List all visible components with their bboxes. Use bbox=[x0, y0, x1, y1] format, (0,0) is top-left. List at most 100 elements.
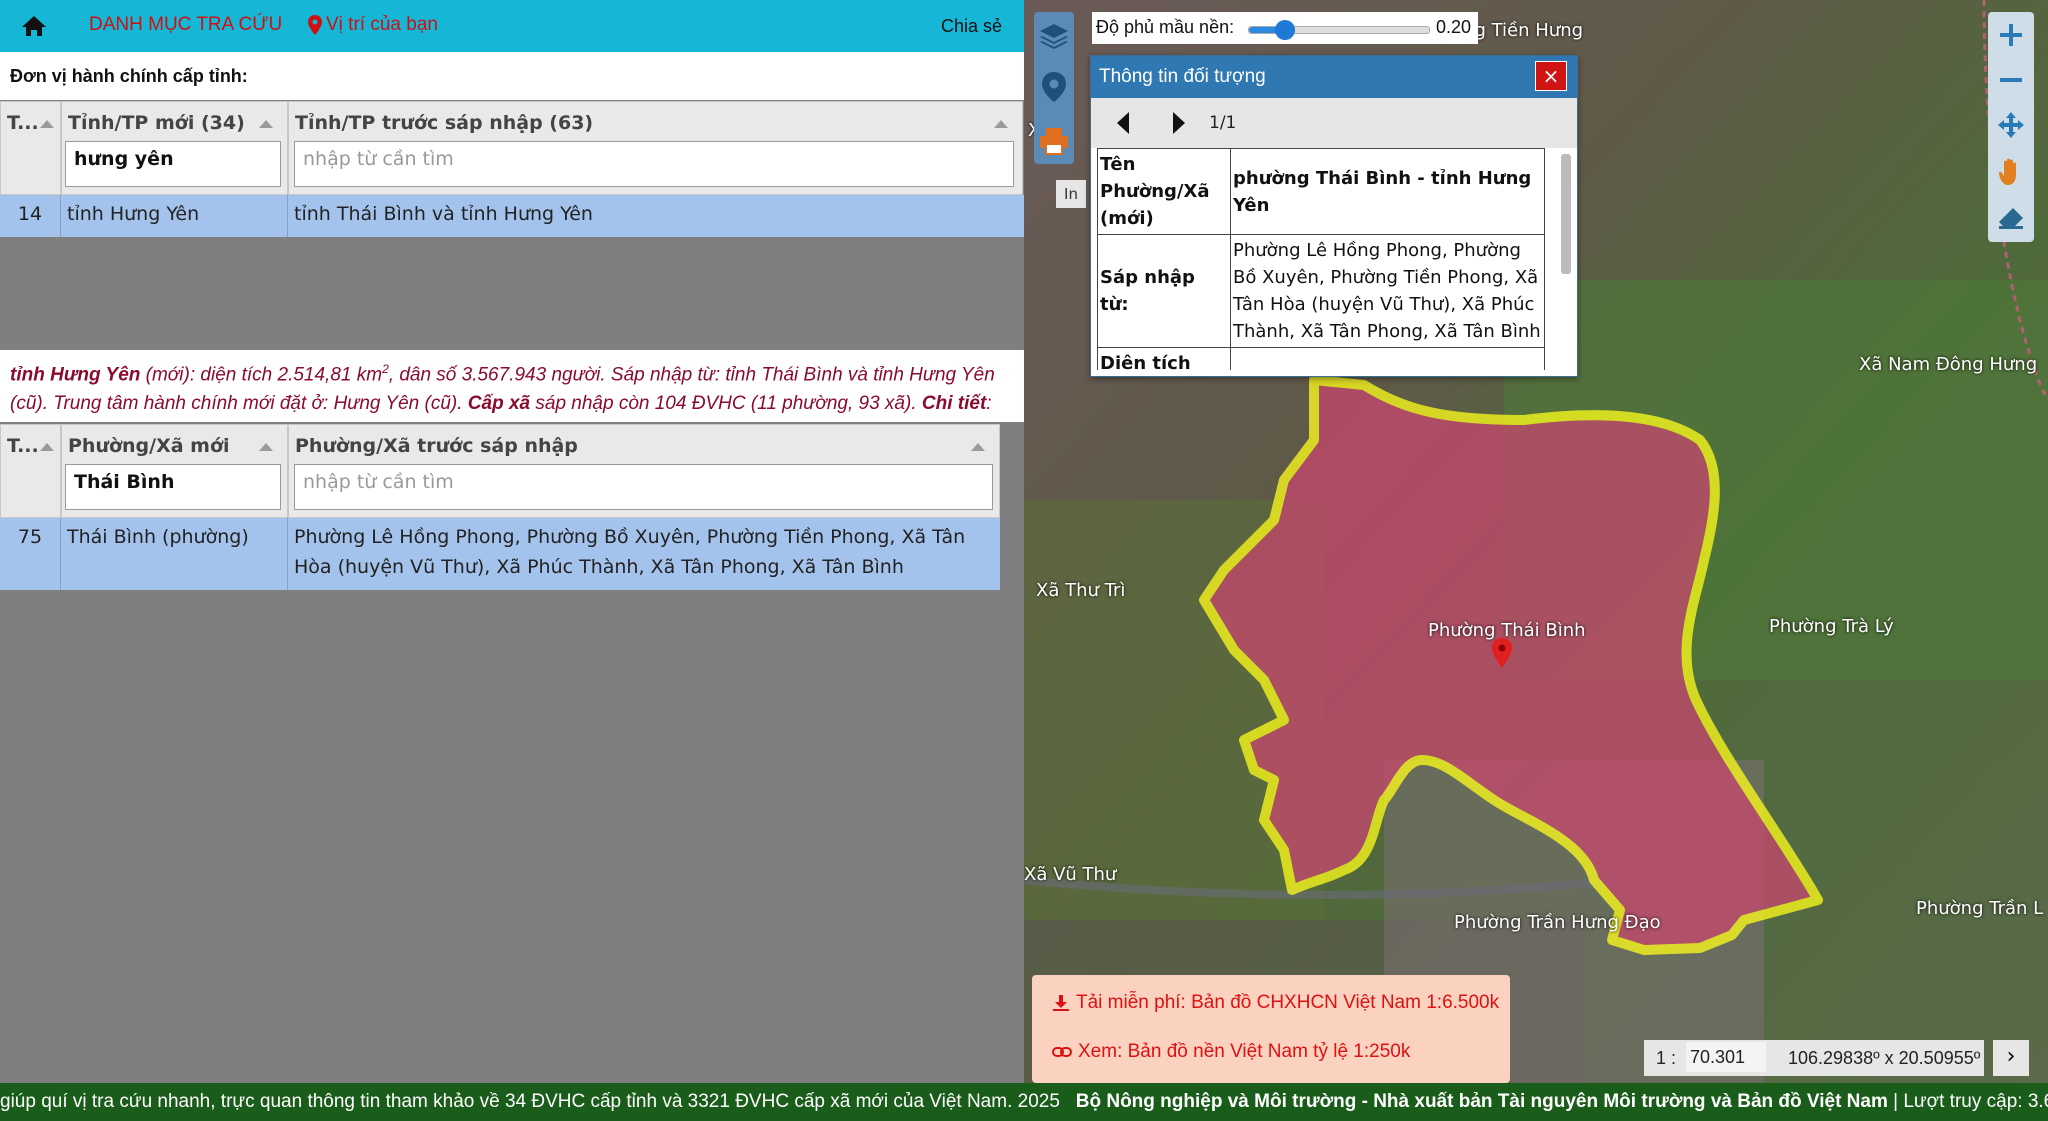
footer-visits: | Lượt truy cập: 3.6 bbox=[1887, 1091, 2048, 1112]
table-row: Sáp nhập từ: Phường Lê Hồng Phong, Phườn… bbox=[1097, 234, 1545, 348]
col-index-label: T... bbox=[7, 112, 39, 134]
province-row-old: tỉnh Thái Bình và tỉnh Hưng Yên bbox=[288, 195, 1024, 237]
your-location-label: Vị trí của bạn bbox=[326, 14, 438, 35]
location-pin-icon bbox=[308, 15, 322, 35]
province-row-index: 14 bbox=[0, 195, 61, 237]
info-sup: 2 bbox=[382, 362, 389, 376]
hand-icon bbox=[1998, 158, 2016, 185]
ward-new-filter-input[interactable]: Thái Bình bbox=[65, 464, 281, 510]
province-col-index-header[interactable]: T... bbox=[0, 101, 61, 195]
col-new-label: Tỉnh/TP mới (34) bbox=[68, 112, 245, 134]
share-button[interactable]: Chia sẻ bbox=[941, 16, 1002, 37]
attr-value: phường Thái Bình - tỉnh Hưng Yên bbox=[1230, 148, 1545, 235]
province-old-filter-input[interactable]: nhập từ cần tìm bbox=[294, 141, 1014, 187]
attr-key: Tên Phường/Xã (mới) bbox=[1097, 148, 1231, 235]
pan-button[interactable] bbox=[1991, 152, 2031, 192]
map-label: Phường Trà Lý bbox=[1769, 616, 1894, 637]
col-index-label: T... bbox=[7, 435, 39, 457]
zoom-in-button[interactable] bbox=[1991, 15, 2031, 55]
sort-icon bbox=[971, 443, 985, 451]
map-label: Phường Trần L bbox=[1916, 898, 2044, 919]
province-section-title: Đơn vị hành chính cấp tỉnh: bbox=[10, 66, 248, 86]
scale-prefix: 1 : bbox=[1656, 1048, 1677, 1068]
clear-button[interactable] bbox=[1991, 198, 2031, 238]
view-basemap-link[interactable]: Xem: Bản đồ nền Việt Nam tỷ lệ 1:250k bbox=[1052, 1041, 1410, 1063]
popup-navigation: 1/1 bbox=[1091, 98, 1577, 148]
map-pin-icon[interactable] bbox=[1040, 70, 1068, 104]
info-name: tỉnh Hưng Yên bbox=[10, 364, 141, 386]
scale-coords-bar: 1 : 70.301 106.29838º x 20.50955º bbox=[1644, 1040, 1984, 1076]
sort-icon bbox=[259, 120, 273, 128]
opacity-label: Độ phủ mầu nền: bbox=[1096, 17, 1235, 37]
info-detail-link[interactable]: Chi tiết bbox=[922, 393, 986, 414]
bottom-next-button[interactable]: › bbox=[1993, 1040, 2029, 1076]
map-label: Xã Vũ Thư bbox=[1024, 864, 1117, 885]
printer-icon[interactable] bbox=[1038, 126, 1070, 156]
download-label: Tải miễn phí: Bản đồ CHXHCN Việt Nam 1:6… bbox=[1076, 992, 1500, 1013]
province-row-new: tỉnh Hưng Yên bbox=[61, 195, 288, 237]
eraser-icon bbox=[1999, 208, 2023, 229]
info-level: Cấp xã bbox=[467, 393, 531, 415]
popup-scrollbar[interactable] bbox=[1561, 154, 1571, 274]
map-tools-column bbox=[1034, 12, 1074, 164]
col-old-label: Tỉnh/TP trước sáp nhập (63) bbox=[295, 112, 594, 134]
top-bar: DANH MỤC TRA CỨU Vị trí của bạn Chia sẻ bbox=[0, 0, 1024, 52]
sort-icon bbox=[994, 120, 1008, 128]
scale-input[interactable]: 70.301 bbox=[1686, 1042, 1766, 1072]
col-new-label: Phường/Xã mới bbox=[68, 435, 230, 457]
download-icon bbox=[1053, 995, 1069, 1011]
next-arrow-icon[interactable] bbox=[1169, 110, 1189, 136]
ward-row-new: Thái Bình (phường) bbox=[61, 518, 288, 590]
sort-icon bbox=[40, 443, 54, 451]
catalog-menu[interactable]: DANH MỤC TRA CỨU bbox=[89, 14, 282, 36]
popup-title: Thông tin đối tượng bbox=[1091, 56, 1577, 98]
minus-icon bbox=[2000, 78, 2022, 82]
opacity-control: Độ phủ mầu nền: 0.20 bbox=[1092, 12, 1478, 44]
attr-value: Phường Lê Hồng Phong, Phường Bồ Xuyên, P… bbox=[1230, 234, 1545, 348]
home-icon[interactable] bbox=[21, 14, 47, 38]
info-p1: (mới): diện tích 2.514,81 km bbox=[140, 364, 383, 386]
opacity-slider[interactable] bbox=[1248, 20, 1430, 40]
ward-old-filter-input[interactable]: nhập từ cần tìm bbox=[294, 464, 993, 510]
popup-close-button[interactable]: × bbox=[1535, 61, 1567, 91]
footer-marquee: giúp quí vị tra cứu nhanh, trực quan thô… bbox=[0, 1083, 2048, 1121]
link-icon bbox=[1052, 1047, 1072, 1057]
col-old-label: Phường/Xã trước sáp nhập bbox=[295, 435, 578, 457]
map-label: Xã Thư Trì bbox=[1036, 580, 1126, 601]
opacity-slider-thumb[interactable] bbox=[1275, 20, 1295, 40]
layers-icon[interactable] bbox=[1038, 20, 1070, 52]
ward-row-old: Phường Lê Hồng Phong, Phường Bồ Xuyên, P… bbox=[288, 518, 1000, 590]
popup-page-indicator: 1/1 bbox=[1209, 113, 1237, 133]
download-link[interactable]: Tải miễn phí: Bản đồ CHXHCN Việt Nam 1:6… bbox=[1052, 992, 1499, 1014]
province-info-text: tỉnh Hưng Yên (mới): diện tích 2.514,81 … bbox=[0, 350, 1024, 422]
map-label: Phường Trần Hưng Đạo bbox=[1454, 912, 1661, 933]
map-zoom-controls bbox=[1988, 12, 2034, 242]
sort-icon bbox=[259, 443, 273, 451]
footer-text: giúp quí vị tra cứu nhanh, trực quan thô… bbox=[0, 1091, 1060, 1112]
map-label: Xã Nam Đông Hưng bbox=[1859, 354, 2038, 375]
ward-row-index: 75 bbox=[0, 518, 61, 590]
coordinates-readout: 106.29838º x 20.50955º bbox=[1788, 1048, 1981, 1068]
footer-credit: Bộ Nông nghiệp và Môi trường - Nhà xuất … bbox=[1075, 1091, 1888, 1112]
view-basemap-label: Xem: Bản đồ nền Việt Nam tỷ lệ 1:250k bbox=[1078, 1041, 1411, 1062]
attr-key: Sáp nhập từ: bbox=[1097, 234, 1231, 348]
prev-arrow-icon[interactable] bbox=[1113, 110, 1133, 136]
info-colon: : bbox=[986, 393, 992, 415]
full-extent-button[interactable] bbox=[1991, 105, 2031, 145]
table-row: Diện tích bbox=[1097, 347, 1545, 370]
feature-info-popup: Thông tin đối tượng × 1/1 Tên Phường/Xã … bbox=[1090, 55, 1578, 377]
sort-icon bbox=[40, 120, 54, 128]
left-panel: DANH MỤC TRA CỨU Vị trí của bạn Chia sẻ … bbox=[0, 0, 1024, 1083]
your-location-link[interactable]: Vị trí của bạn bbox=[308, 14, 438, 36]
ward-col-index-header[interactable]: T... bbox=[0, 424, 61, 518]
table-row: Tên Phường/Xã (mới) phường Thái Bình - t… bbox=[1097, 148, 1545, 235]
province-new-filter-input[interactable]: hưng yên bbox=[65, 141, 281, 187]
info-p3: sáp nhập còn 104 ĐVHC (11 phường, 93 xã)… bbox=[530, 393, 922, 415]
location-marker-icon[interactable] bbox=[1492, 638, 1512, 668]
print-button[interactable]: In bbox=[1056, 180, 1086, 208]
move-arrows-icon bbox=[1998, 112, 2024, 138]
attr-value bbox=[1230, 347, 1545, 370]
download-promo: Tải miễn phí: Bản đồ CHXHCN Việt Nam 1:6… bbox=[1032, 975, 1510, 1083]
opacity-value: 0.20 bbox=[1436, 17, 1472, 37]
zoom-out-button[interactable] bbox=[1991, 60, 2031, 100]
